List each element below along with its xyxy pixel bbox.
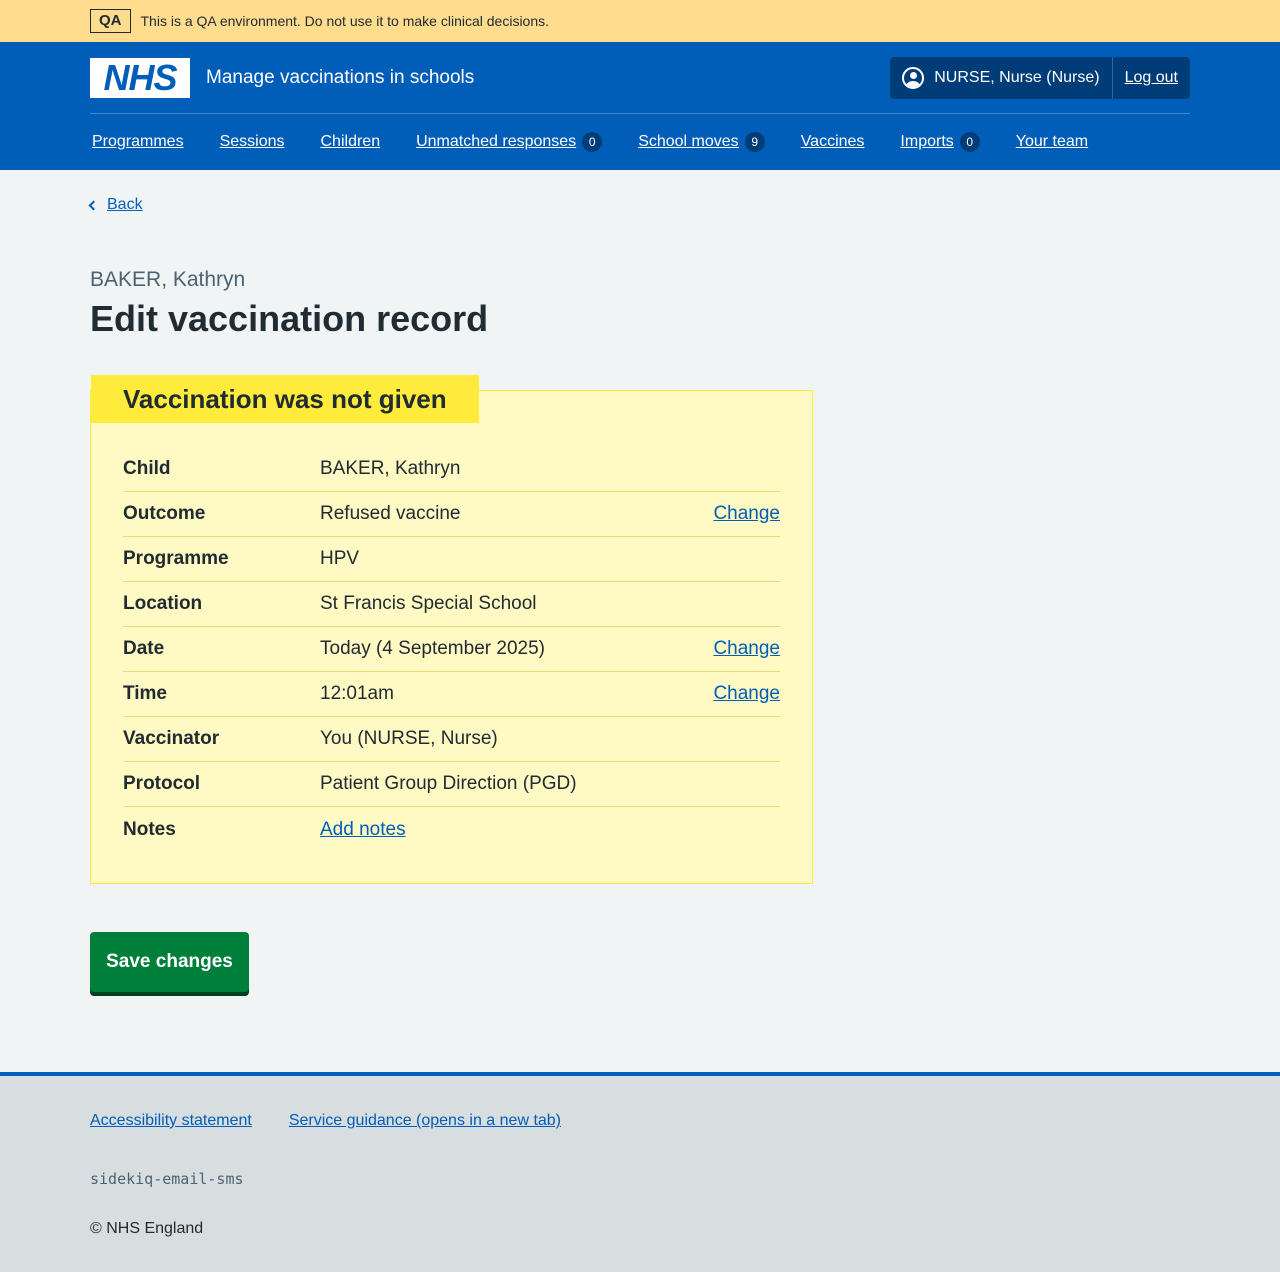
chevron-left-icon — [88, 200, 99, 210]
nhs-logo[interactable]: NHS — [90, 57, 190, 98]
header: NHS Manage vaccinations in schools NURSE… — [0, 42, 1280, 170]
summary-row-date: Date Today (4 September 2025) Change — [123, 627, 780, 672]
footer: Accessibility statement Service guidance… — [0, 1072, 1280, 1272]
nav-item-imports: Imports 0 — [900, 132, 980, 152]
nav-link-school-moves[interactable]: School moves — [638, 133, 739, 151]
nav-link-children[interactable]: Children — [321, 133, 381, 151]
row-key: Outcome — [123, 503, 206, 524]
summary-list: Child BAKER, Kathryn Outcome Refused vac… — [123, 447, 780, 852]
nav-link-vaccines[interactable]: Vaccines — [801, 133, 865, 151]
back-link-container[interactable]: Back — [88, 196, 143, 214]
summary-row-notes: Notes Add notes — [123, 807, 780, 852]
row-value: HPV — [320, 548, 360, 569]
account-logout: Log out — [1113, 57, 1190, 99]
primary-nav: Programmes Sessions Children Unmatched r… — [92, 114, 1124, 170]
service-name[interactable]: Manage vaccinations in schools — [206, 67, 474, 89]
imports-count: 0 — [959, 132, 980, 152]
change-date-link[interactable]: Change — [713, 638, 780, 659]
change-time-link[interactable]: Change — [713, 683, 780, 704]
service-guidance-link[interactable]: Service guidance (opens in a new tab) — [289, 1112, 561, 1130]
summary-row-vaccinator: Vaccinator You (NURSE, Nurse) — [123, 717, 780, 762]
row-key: Notes — [123, 818, 176, 840]
nav-item-unmatched-responses: Unmatched responses 0 — [416, 132, 603, 152]
nav-link-sessions[interactable]: Sessions — [220, 133, 285, 151]
row-value: Patient Group Direction (PGD) — [320, 773, 577, 794]
summary-row-location: Location St Francis Special School — [123, 582, 780, 627]
page-title: Edit vaccination record — [90, 298, 489, 339]
row-value: St Francis Special School — [320, 593, 537, 614]
school-moves-count: 9 — [744, 132, 765, 152]
user-icon — [902, 66, 925, 89]
page-caption: BAKER, Kathryn — [90, 268, 246, 291]
header-top: NHS Manage vaccinations in schools NURSE… — [90, 42, 1190, 114]
row-key: Vaccinator — [123, 728, 220, 749]
row-key: Protocol — [123, 773, 201, 794]
nav-link-imports[interactable]: Imports — [900, 133, 953, 151]
change-outcome-link[interactable]: Change — [713, 503, 780, 524]
back-link[interactable]: Back — [107, 196, 143, 214]
build-identifier: sidekiq-email-sms — [90, 1170, 244, 1188]
add-notes-link[interactable]: Add notes — [320, 819, 406, 840]
save-changes-button[interactable]: Save changes — [90, 932, 249, 992]
logout-link[interactable]: Log out — [1125, 69, 1178, 87]
row-value: 12:01am — [320, 683, 394, 704]
nav-link-unmatched-responses[interactable]: Unmatched responses — [416, 133, 576, 151]
vaccination-card: Vaccination was not given Child BAKER, K… — [90, 375, 813, 884]
row-value: Refused vaccine — [320, 503, 461, 524]
row-key: Date — [123, 638, 165, 659]
nav-item-school-moves: School moves 9 — [638, 132, 765, 152]
unmatched-responses-count: 0 — [582, 132, 603, 152]
nav-item-sessions: Sessions — [220, 133, 285, 151]
row-value: Today (4 September 2025) — [320, 638, 545, 659]
qa-message: This is a QA environment. Do not use it … — [140, 13, 550, 29]
row-value: You (NURSE, Nurse) — [320, 728, 498, 749]
nav-item-children: Children — [321, 133, 381, 151]
brand[interactable]: NHS Manage vaccinations in schools — [90, 57, 474, 98]
row-key: Time — [123, 683, 168, 704]
summary-row-programme: Programme HPV — [123, 537, 780, 582]
copyright: © NHS England — [90, 1220, 204, 1237]
summary-row-outcome: Outcome Refused vaccine Change — [123, 492, 780, 537]
nav-link-programmes[interactable]: Programmes — [92, 133, 184, 151]
account-user-name: NURSE, Nurse (Nurse) — [934, 68, 1100, 86]
qa-tag: QA — [90, 9, 131, 33]
nav-link-your-team[interactable]: Your team — [1016, 133, 1088, 151]
main-content: Back BAKER, Kathryn Edit vaccination rec… — [0, 170, 1280, 1072]
row-key: Child — [123, 458, 171, 479]
summary-row-protocol: Protocol Patient Group Direction (PGD) — [123, 762, 780, 807]
summary-row-child: Child BAKER, Kathryn — [123, 447, 780, 492]
row-value: BAKER, Kathryn — [320, 458, 461, 479]
footer-links: Accessibility statement Service guidance… — [90, 1112, 598, 1130]
nav-item-vaccines: Vaccines — [801, 133, 865, 151]
card-heading: Vaccination was not given — [91, 375, 479, 423]
nav-item-your-team: Your team — [1016, 133, 1088, 151]
qa-banner: QA This is a QA environment. Do not use … — [0, 0, 1280, 42]
row-key: Location — [123, 593, 203, 614]
account-menu: NURSE, Nurse (Nurse) Log out — [890, 56, 1190, 99]
account-user: NURSE, Nurse (Nurse) — [890, 56, 1113, 99]
nav-item-programmes: Programmes — [92, 133, 184, 151]
summary-row-time: Time 12:01am Change — [123, 672, 780, 717]
row-key: Programme — [123, 548, 229, 569]
accessibility-statement-link[interactable]: Accessibility statement — [90, 1112, 252, 1130]
